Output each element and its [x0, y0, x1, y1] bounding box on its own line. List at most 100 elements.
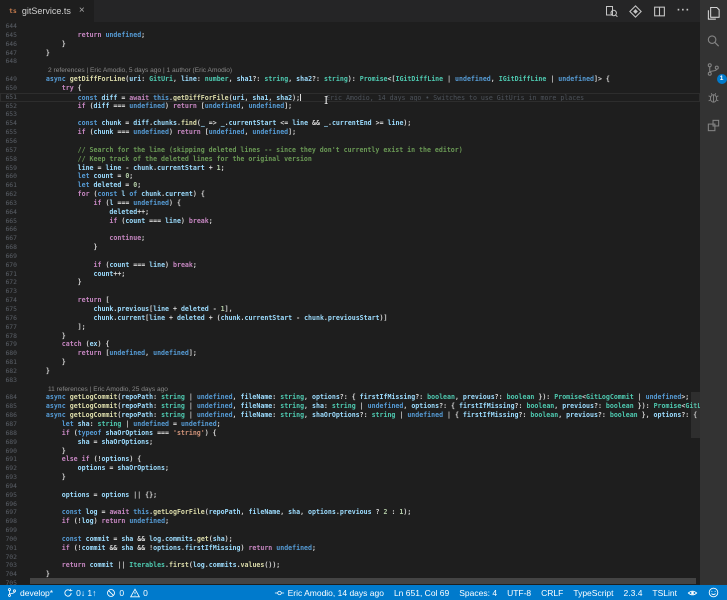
- code-row[interactable]: 703 return commit || Iterables.first(log…: [0, 561, 700, 570]
- line-number: 671: [5, 269, 17, 278]
- problems-indicator[interactable]: 0 0: [106, 588, 148, 598]
- extensions-icon: [706, 118, 721, 138]
- split-editor-icon[interactable]: [653, 5, 666, 18]
- code-row[interactable]: 702: [0, 553, 700, 562]
- code-row[interactable]: 684 async getLogCommit(repoPath: string …: [0, 393, 700, 402]
- language-indicator[interactable]: TypeScript: [573, 588, 613, 598]
- code-row[interactable]: 661 let deleted = 0;: [0, 181, 700, 190]
- code-row[interactable]: 681 }: [0, 358, 700, 367]
- code-row[interactable]: 657 // Search for the line (skipping del…: [0, 146, 700, 155]
- code-row[interactable]: 663 if (l === undefined) {: [0, 199, 700, 208]
- code-row[interactable]: 695 options = options || {};: [0, 491, 700, 500]
- close-tab-icon[interactable]: ×: [79, 6, 85, 16]
- code-row[interactable]: 655 if (chunk === undefined) return [und…: [0, 128, 700, 137]
- line-number: 681: [5, 358, 17, 367]
- code-row[interactable]: 675 chunk.previous[line + deleted - 1],: [0, 305, 700, 314]
- code-row[interactable]: 644: [0, 22, 700, 31]
- code-row[interactable]: 645 return undefined;: [0, 31, 700, 40]
- code-row[interactable]: 666: [0, 225, 700, 234]
- tslint-indicator[interactable]: TSLint: [652, 588, 677, 598]
- code-row[interactable]: 698 if (!log) return undefined;: [0, 517, 700, 526]
- codelens-link[interactable]: 11 references | Eric Amodio, 25 days ago: [48, 386, 168, 393]
- vertical-scrollbar[interactable]: [691, 392, 700, 438]
- code-row[interactable]: 667 continue;: [0, 234, 700, 243]
- sidebar-item-explorer[interactable]: [703, 6, 725, 25]
- line-number: 669: [5, 251, 17, 260]
- sidebar-item-extensions[interactable]: [703, 119, 725, 137]
- code-row[interactable]: 652 if (diff === undefined) return [unde…: [0, 102, 700, 111]
- code-row[interactable]: 682 }: [0, 367, 700, 376]
- eye-icon[interactable]: [687, 588, 698, 598]
- codelens-row[interactable]: 11 references | Eric Amodio, 25 days ago: [0, 385, 700, 394]
- sidebar-item-source-control[interactable]: 1: [703, 63, 727, 84]
- code-row[interactable]: 680 return [undefined, undefined];: [0, 349, 700, 358]
- line-number: 678: [5, 331, 17, 340]
- code-row[interactable]: 687 let sha: string | undefined = undefi…: [0, 420, 700, 429]
- code-row[interactable]: 668 }: [0, 243, 700, 252]
- code-row[interactable]: 683: [0, 376, 700, 385]
- code-row[interactable]: 646 }: [0, 40, 700, 49]
- line-number: 693: [5, 473, 17, 482]
- eol-indicator[interactable]: CRLF: [541, 588, 563, 598]
- sync-indicator[interactable]: 0↓ 1↑: [63, 588, 96, 598]
- code-row[interactable]: 673: [0, 287, 700, 296]
- code-row[interactable]: 665 if (count === line) break;: [0, 217, 700, 226]
- code-row[interactable]: 677 ];: [0, 323, 700, 332]
- code-row[interactable]: 694: [0, 482, 700, 491]
- code-row[interactable]: 676 chunk.current[line + deleted + (chun…: [0, 314, 700, 323]
- code-row[interactable]: 647 }: [0, 49, 700, 58]
- code-row[interactable]: 671 count++;: [0, 270, 700, 279]
- code-row[interactable]: 678 }: [0, 332, 700, 341]
- code-row[interactable]: 658 // Keep track of the deleted lines f…: [0, 155, 700, 164]
- codelens-link[interactable]: 2 references | Eric Amodio, 5 days ago |…: [48, 67, 232, 74]
- code-row[interactable]: 696: [0, 500, 700, 509]
- code-editor[interactable]: 644 645 return undefined; 646 } 647 } 648 2 r…: [0, 22, 700, 585]
- code-row[interactable]: 679 catch (ex) {: [0, 340, 700, 349]
- code-row[interactable]: 651 const diff = await this.getDiffForFi…: [0, 92, 700, 102]
- code-row[interactable]: 660 let count = 0;: [0, 172, 700, 181]
- sidebar-item-search[interactable]: [703, 35, 725, 53]
- line-number: 658: [5, 154, 17, 163]
- code-row[interactable]: 664 deleted++;: [0, 208, 700, 217]
- editor-actions: ···: [605, 0, 700, 22]
- code-row[interactable]: 650 try {: [0, 84, 700, 93]
- blame-indicator[interactable]: Eric Amodio, 14 days ago: [274, 588, 384, 598]
- sidebar-item-debug[interactable]: [703, 91, 725, 109]
- code-row[interactable]: 692 options = shaOrOptions;: [0, 464, 700, 473]
- code-row[interactable]: 662 for (const l of chunk.current) {: [0, 190, 700, 199]
- code-row[interactable]: 656: [0, 137, 700, 146]
- open-changes-icon[interactable]: [605, 5, 618, 18]
- more-actions-icon[interactable]: ···: [677, 6, 690, 16]
- cursor-position[interactable]: Ln 651, Col 69: [394, 588, 449, 598]
- indentation-indicator[interactable]: Spaces: 4: [459, 588, 497, 598]
- code-row[interactable]: 689 sha = shaOrOptions;: [0, 438, 700, 447]
- code-row[interactable]: 672 }: [0, 278, 700, 287]
- encoding-indicator[interactable]: UTF-8: [507, 588, 531, 598]
- feedback-smiley-icon[interactable]: [708, 587, 719, 598]
- code-row[interactable]: 701 if (!commit && sha && !options.first…: [0, 544, 700, 553]
- code-row[interactable]: 659 line = line - chunk.currentStart + 1…: [0, 164, 700, 173]
- code-row[interactable]: 690 }: [0, 447, 700, 456]
- code-row[interactable]: 649 async getDiffForLine(uri: GitUri, li…: [0, 75, 700, 84]
- ts-version-indicator[interactable]: 2.3.4: [624, 588, 643, 598]
- codelens-row[interactable]: 2 references | Eric Amodio, 5 days ago |…: [0, 66, 700, 75]
- gitlens-diamond-icon[interactable]: [628, 4, 642, 18]
- code-row[interactable]: 691 else if (!options) {: [0, 455, 700, 464]
- code-row[interactable]: 670 if (count === line) break;: [0, 261, 700, 270]
- tab-gitservice[interactable]: ts gitService.ts ×: [0, 0, 94, 22]
- code-row[interactable]: 685 async getLogCommit(repoPath: string …: [0, 402, 700, 411]
- code-row[interactable]: 674 return [: [0, 296, 700, 305]
- code-row[interactable]: 669: [0, 252, 700, 261]
- code-row[interactable]: 686 async getLogCommit(repoPath: string …: [0, 411, 700, 420]
- code-row[interactable]: 699: [0, 526, 700, 535]
- branch-indicator[interactable]: develop*: [7, 587, 53, 598]
- code-row[interactable]: 653: [0, 110, 700, 119]
- code-row[interactable]: 700 const commit = sha && log.commits.ge…: [0, 535, 700, 544]
- code-row[interactable]: 693 }: [0, 473, 700, 482]
- code-row[interactable]: 654 const chunk = diff.chunks.find(_ => …: [0, 119, 700, 128]
- code-row[interactable]: 697 const log = await this.getLogForFile…: [0, 508, 700, 517]
- line-number: 690: [5, 446, 17, 455]
- code-row[interactable]: 648: [0, 57, 700, 66]
- horizontal-scrollbar[interactable]: [30, 578, 696, 584]
- code-row[interactable]: 688 if (typeof shaOrOptions === 'string'…: [0, 429, 700, 438]
